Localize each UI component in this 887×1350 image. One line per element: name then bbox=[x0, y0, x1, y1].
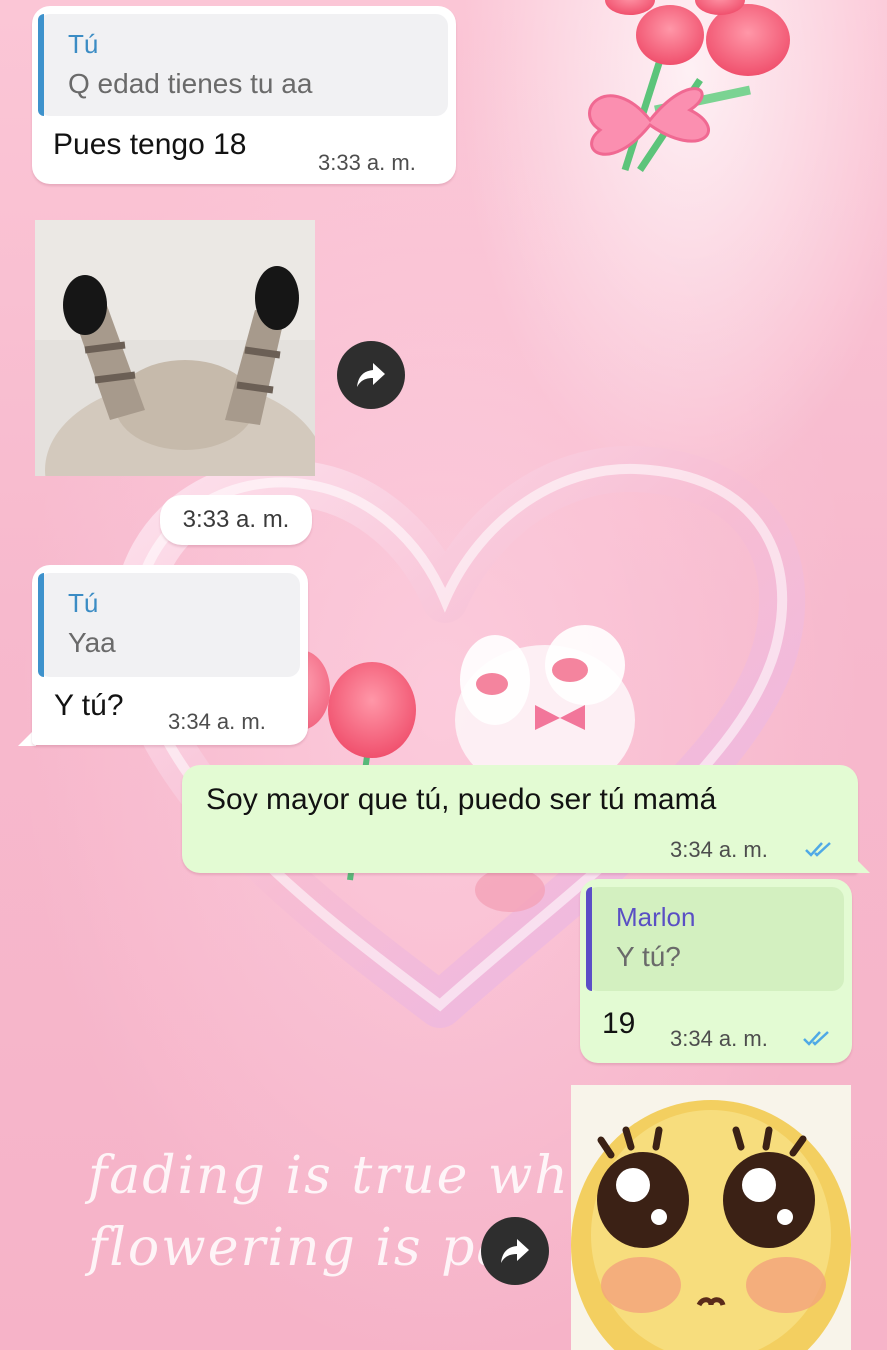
sticker-time: 3:33 a. m. bbox=[160, 495, 312, 545]
message-text: 19 bbox=[602, 1007, 636, 1040]
wallpaper-caption-line1: fading is true wh bbox=[88, 1146, 570, 1206]
outgoing-message[interactable]: Marlon Y tú? 19 3:34 a. m. bbox=[580, 879, 852, 1063]
message-text: Y tú? bbox=[54, 689, 124, 722]
message-text: Soy mayor que tú, puedo ser tú mamá bbox=[206, 783, 717, 816]
message-time: 3:34 a. m. bbox=[670, 837, 768, 862]
message-time: 3:33 a. m. bbox=[318, 150, 416, 175]
incoming-message[interactable]: Tú Yaa Y tú? 3:34 a. m. bbox=[32, 565, 308, 745]
incoming-message[interactable]: Tú Q edad tienes tu aa Pues tengo 18 3:3… bbox=[32, 6, 456, 184]
message-time: 3:34 a. m. bbox=[670, 1026, 768, 1051]
outgoing-message[interactable]: Soy mayor que tú, puedo ser tú mamá 3:34… bbox=[182, 765, 858, 873]
double-check-icon bbox=[805, 842, 831, 857]
quoted-message[interactable]: Tú Yaa bbox=[38, 573, 300, 677]
chat-screen: fading is true wh flowering is pa Tú Q e… bbox=[0, 0, 887, 1350]
quoted-message[interactable]: Marlon Y tú? bbox=[586, 887, 844, 991]
message-time: 3:34 a. m. bbox=[168, 709, 266, 734]
quoted-author: Tú bbox=[68, 588, 99, 618]
forward-arrow-icon bbox=[501, 1239, 529, 1263]
quoted-text: Y tú? bbox=[616, 941, 681, 972]
quoted-author: Tú bbox=[68, 29, 99, 59]
quoted-author: Marlon bbox=[616, 902, 696, 932]
message-text: Pues tengo 18 bbox=[53, 128, 247, 161]
quoted-text: Q edad tienes tu aa bbox=[68, 68, 313, 99]
forward-arrow-icon bbox=[357, 363, 385, 387]
emoji-sticker-image[interactable] bbox=[571, 1085, 851, 1350]
quoted-message[interactable]: Tú Q edad tienes tu aa bbox=[38, 14, 448, 116]
double-check-icon bbox=[803, 1031, 829, 1046]
wallpaper-caption-line2: flowering is pa bbox=[88, 1218, 510, 1278]
forward-button[interactable] bbox=[337, 341, 405, 409]
forward-button[interactable] bbox=[481, 1217, 549, 1285]
cat-sticker-image[interactable] bbox=[35, 220, 315, 476]
bubble-tail bbox=[852, 855, 870, 873]
quoted-text: Yaa bbox=[68, 627, 116, 658]
